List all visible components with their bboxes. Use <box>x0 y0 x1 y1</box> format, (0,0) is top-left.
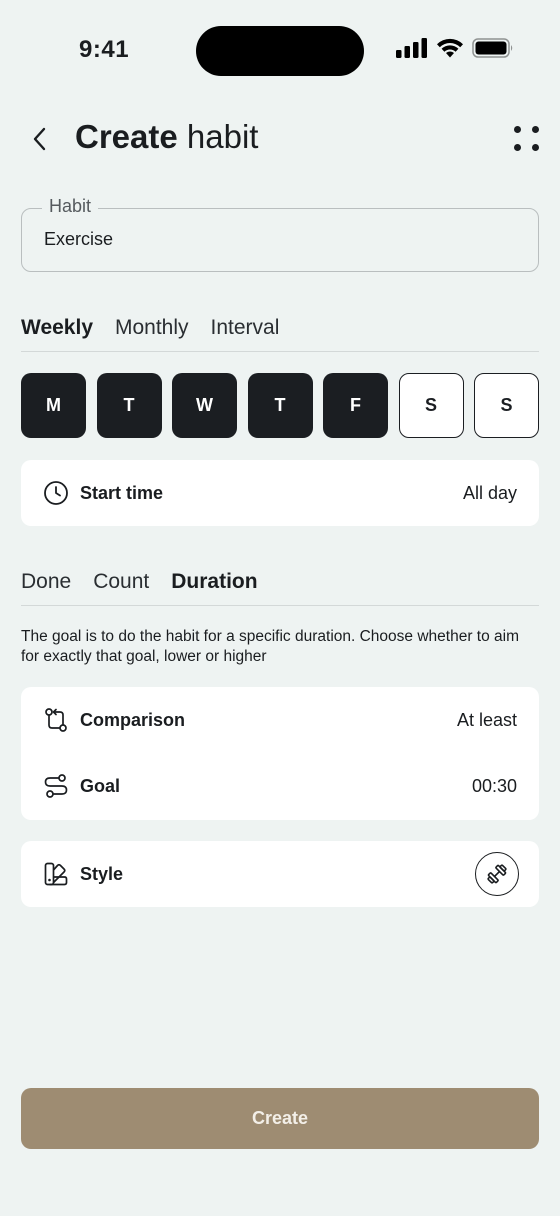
frequency-tabs: Weekly Monthly Interval <box>21 316 539 352</box>
comparison-value: At least <box>456 709 517 730</box>
page-title-rest: habit <box>177 118 259 155</box>
day-wednesday[interactable]: W <box>172 373 237 438</box>
day-saturday[interactable]: S <box>398 373 464 438</box>
dumbbell-icon <box>487 864 507 884</box>
tab-monthly[interactable]: Monthly <box>115 316 189 351</box>
day-monday[interactable]: M <box>21 373 86 438</box>
day-tuesday[interactable]: T <box>96 373 162 438</box>
dynamic-island <box>196 26 364 76</box>
goal-value: 00:30 <box>471 775 517 796</box>
tab-weekly[interactable]: Weekly <box>21 316 93 351</box>
comparison-icon <box>43 707 69 733</box>
cellular-signal-icon <box>396 37 428 63</box>
page-title: Create habit <box>75 118 258 156</box>
tab-done[interactable]: Done <box>21 570 71 605</box>
chevron-left-icon <box>33 127 46 151</box>
wifi-icon <box>436 38 464 63</box>
goal-row[interactable]: Goal 00:30 <box>21 753 539 819</box>
comparison-row[interactable]: Comparison At least <box>21 687 539 753</box>
more-options-button[interactable] <box>512 124 542 154</box>
start-time-value: All day <box>462 482 517 503</box>
page-title-bold: Create <box>75 118 178 155</box>
tab-interval[interactable]: Interval <box>211 316 280 351</box>
start-time-card: Start time All day <box>21 460 539 526</box>
goal-label: Goal <box>80 775 121 796</box>
habit-field-label: Habit <box>42 196 99 217</box>
style-label: Style <box>80 863 124 884</box>
day-thursday[interactable]: T <box>247 373 313 438</box>
day-friday[interactable]: F <box>323 373 388 438</box>
status-time: 9:41 <box>79 36 130 63</box>
day-selector: M T W T F S S <box>21 373 539 438</box>
clock-icon <box>43 480 69 506</box>
day-sunday[interactable]: S <box>474 373 539 438</box>
tab-duration[interactable]: Duration <box>171 570 257 605</box>
status-icons <box>396 37 514 63</box>
tab-count[interactable]: Count <box>93 570 149 605</box>
habit-field[interactable]: Habit Exercise <box>21 196 539 272</box>
goal-description: The goal is to do the habit for a specif… <box>21 628 520 665</box>
comparison-label: Comparison <box>80 709 186 730</box>
battery-icon <box>472 37 514 63</box>
style-icon-button[interactable] <box>475 852 519 896</box>
back-button[interactable] <box>26 124 52 154</box>
dot-icon <box>514 126 521 133</box>
palette-icon <box>43 861 69 887</box>
dot-icon <box>514 144 521 151</box>
dot-icon <box>532 126 539 133</box>
style-card: Style <box>21 841 539 907</box>
route-icon <box>43 773 69 799</box>
style-row[interactable]: Style <box>21 841 539 907</box>
dot-icon <box>532 144 539 151</box>
start-time-label: Start time <box>80 482 164 503</box>
habit-field-value[interactable]: Exercise <box>44 229 113 250</box>
goal-type-tabs: Done Count Duration <box>21 570 539 606</box>
goal-settings-card: Comparison At least Goal 00:30 <box>21 687 539 820</box>
create-button[interactable]: Create <box>21 1088 539 1149</box>
start-time-row[interactable]: Start time All day <box>21 460 539 526</box>
